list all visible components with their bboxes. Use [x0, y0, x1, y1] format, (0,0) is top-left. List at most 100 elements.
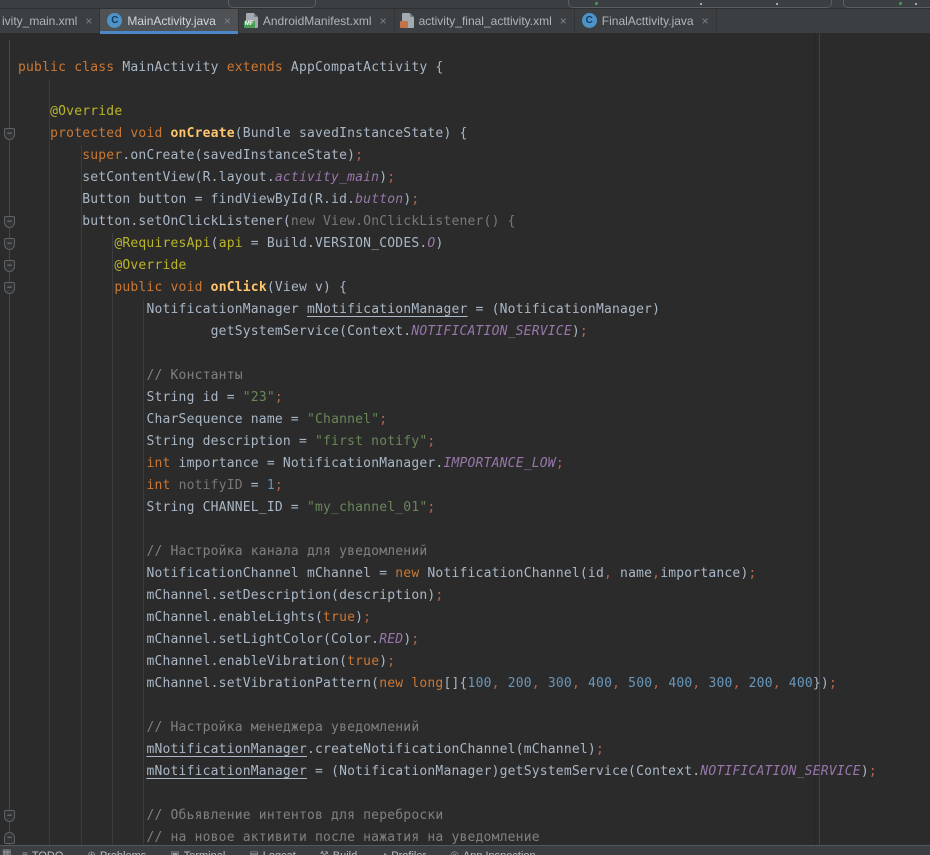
tool-window-label: App Inspection	[463, 850, 536, 855]
tool-window-button-problems[interactable]: ⊕Problems	[87, 850, 146, 855]
toolbar-dot-icon	[915, 3, 917, 5]
run-icon	[595, 2, 598, 5]
token-const: IMPORTANCE_LOW	[443, 456, 555, 471]
tab-activity-final-acttivity-xml[interactable]: activity_final_acttivity.xml×	[395, 8, 575, 33]
code-line-1[interactable]	[0, 79, 930, 101]
tab-androidmanifest-xml[interactable]: MFAndroidManifest.xml×	[239, 8, 395, 33]
build-icon: ⚒	[320, 851, 329, 855]
code-line-19[interactable]: int notifyID = 1;	[0, 475, 930, 497]
code-line-15[interactable]: String id = "23";	[0, 387, 930, 409]
token-kw: int	[146, 478, 170, 493]
fold-marker[interactable]: −	[4, 810, 15, 822]
token-kw: void	[130, 126, 162, 141]
fold-marker[interactable]: −	[4, 282, 15, 294]
token-pl: setContentView(R.layout.	[82, 170, 275, 185]
code-line-10[interactable]: public void onClick(View v) {	[0, 277, 930, 299]
code-area[interactable]: public class MainActivity extends AppCom…	[0, 57, 930, 845]
code-editor[interactable]: − − − − − − − public class MainActivity extend…	[0, 34, 930, 845]
code-line-14[interactable]: // Константы	[0, 365, 930, 387]
tab-mainactivity-java[interactable]: CMainActivity.java×	[100, 8, 239, 33]
tool-window-button-build[interactable]: ⚒Build	[320, 850, 357, 855]
token-str: "23"	[243, 390, 275, 405]
close-icon[interactable]: ×	[380, 15, 387, 27]
token-cmt: // на новое активити после нажатия на ув…	[146, 830, 539, 845]
token-pl: mChannel.setDescription(description)	[146, 588, 435, 603]
token-const: NOTIFICATION_SERVICE	[411, 324, 572, 339]
code-line-9[interactable]: @Override	[0, 255, 930, 277]
fold-marker[interactable]: −	[4, 128, 15, 140]
token-pl	[580, 676, 588, 691]
code-line-23[interactable]: NotificationChannel mChannel = new Notif…	[0, 563, 930, 585]
token-sem: ;	[275, 478, 283, 493]
code-line-7[interactable]: button.setOnClickListener(new View.OnCli…	[0, 211, 930, 233]
terminal-icon: ▣	[170, 851, 179, 855]
code-line-33[interactable]	[0, 783, 930, 805]
code-line-30[interactable]: // Настройка менеджера уведомлений	[0, 717, 930, 739]
tool-window-button-profiler[interactable]: ◔Profiler	[381, 850, 426, 855]
code-line-25[interactable]: mChannel.enableLights(true);	[0, 607, 930, 629]
token-kw: public	[18, 60, 66, 75]
editor-tab-bar: ivity_main.xml×CMainActivity.java×MFAndr…	[0, 8, 930, 34]
code-line-18[interactable]: int importance = NotificationManager.IMP…	[0, 453, 930, 475]
code-line-31[interactable]: mNotificationManager.createNotificationC…	[0, 739, 930, 761]
tab-finalacttivity-java[interactable]: CFinalActtivity.java×	[575, 8, 717, 33]
tab-label: MainActivity.java	[127, 14, 215, 28]
close-icon[interactable]: ×	[85, 15, 92, 27]
code-line-28[interactable]: mChannel.setVibrationPattern(new long[]{…	[0, 673, 930, 695]
tab-ivity-main-xml[interactable]: ivity_main.xml×	[0, 8, 100, 33]
token-cmt: // Настройка менеджера уведомлений	[146, 720, 419, 735]
fold-marker[interactable]: −	[4, 238, 15, 250]
code-line-11[interactable]: NotificationManager mNotificationManager…	[0, 299, 930, 321]
token-sem: ;	[379, 412, 387, 427]
tool-window-button-terminal[interactable]: ▣Terminal	[170, 850, 225, 855]
code-line-0[interactable]: public class MainActivity extends AppCom…	[0, 57, 930, 79]
token-pl	[163, 126, 171, 141]
token-gray: new View.OnClickListener() {	[291, 214, 516, 229]
code-line-24[interactable]: mChannel.setDescription(description);	[0, 585, 930, 607]
code-line-16[interactable]: CharSequence name = "Channel";	[0, 409, 930, 431]
close-icon[interactable]: ×	[702, 15, 709, 27]
code-line-12[interactable]: getSystemService(Context.NOTIFICATION_SE…	[0, 321, 930, 343]
profiler-icon: ◔	[381, 851, 387, 855]
code-line-32[interactable]: mNotificationManager = (NotificationMana…	[0, 761, 930, 783]
token-sem: ;	[427, 500, 435, 515]
code-line-26[interactable]: mChannel.setLightColor(Color.RED);	[0, 629, 930, 651]
close-icon[interactable]: ×	[560, 15, 567, 27]
code-line-22[interactable]: // Настройка канала для уведомлений	[0, 541, 930, 563]
token-sem: ,	[492, 676, 500, 691]
code-line-6[interactable]: Button button = findViewById(R.id.button…	[0, 189, 930, 211]
token-pl: })	[813, 676, 829, 691]
close-icon[interactable]: ×	[224, 15, 231, 27]
fold-marker[interactable]: −	[4, 216, 15, 228]
token-kw: true	[347, 654, 379, 669]
toolbar-button-fragment[interactable]	[228, 0, 316, 8]
code-line-34[interactable]: // Обьявление интентов для переброски	[0, 805, 930, 827]
tool-window-button-app-inspection[interactable]: ◎App Inspection	[450, 850, 536, 855]
code-line-13[interactable]	[0, 343, 930, 365]
code-line-3[interactable]: protected void onCreate(Bundle savedInst…	[0, 123, 930, 145]
code-line-8[interactable]: @RequiresApi(api = Build.VERSION_CODES.O…	[0, 233, 930, 255]
token-num: 400	[588, 676, 612, 691]
token-kw: true	[323, 610, 355, 625]
tool-window-button-logcat[interactable]: ▤Logcat	[249, 850, 295, 855]
code-line-29[interactable]	[0, 695, 930, 717]
code-line-2[interactable]: @Override	[0, 101, 930, 123]
code-line-27[interactable]: mChannel.enableVibration(true);	[0, 651, 930, 673]
token-sem: ,	[612, 676, 620, 691]
token-pl: (View v) {	[267, 280, 347, 295]
fold-marker[interactable]: −	[4, 832, 15, 844]
tool-window-button-todo[interactable]: ≡TODO	[22, 850, 63, 855]
code-line-20[interactable]: String CHANNEL_ID = "my_channel_01";	[0, 497, 930, 519]
code-line-35[interactable]: // на новое активити после нажатия на ув…	[0, 827, 930, 845]
token-cmt: // Константы	[146, 368, 242, 383]
token-pl: NotificationChannel mChannel =	[146, 566, 395, 581]
token-pl: =	[243, 478, 267, 493]
code-line-21[interactable]	[0, 519, 930, 541]
fold-marker[interactable]: −	[4, 260, 15, 272]
token-pl: = Build.VERSION_CODES.	[243, 236, 428, 251]
code-line-4[interactable]: super.onCreate(savedInstanceState);	[0, 145, 930, 167]
run-icon	[899, 2, 902, 5]
code-line-5[interactable]: setContentView(R.layout.activity_main);	[0, 167, 930, 189]
code-line-17[interactable]: String description = "first notify";	[0, 431, 930, 453]
tool-window-toggle-icon[interactable]: ▦	[2, 848, 11, 855]
